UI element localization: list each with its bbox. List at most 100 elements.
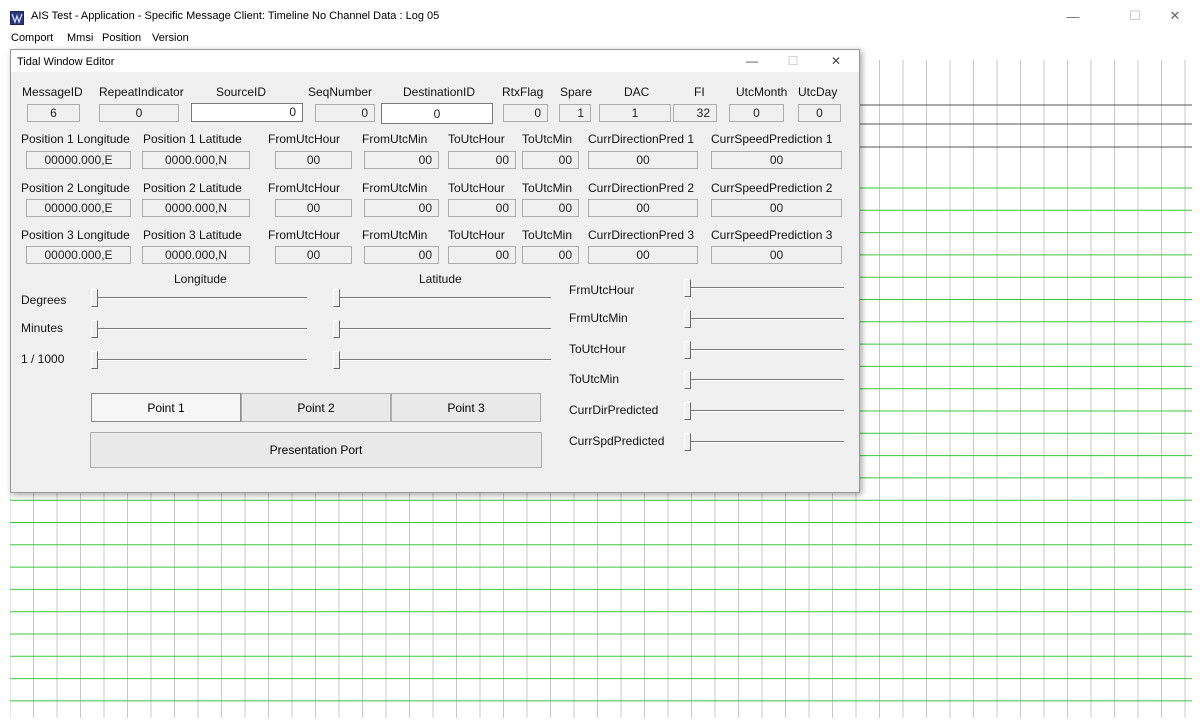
pos1-latitude-field[interactable]: 0000.000,N [142,151,250,169]
latitude-degrees-slider-thumb[interactable] [333,289,340,307]
pos1-from-utc-hour-field[interactable]: 00 [275,151,352,169]
minimize-button[interactable]: — [1050,4,1096,28]
label-utc-day: UtcDay [798,85,838,99]
longitude-minutes-slider-track[interactable] [91,328,307,330]
label-frm-utc-hour: FrmUtcHour [569,283,635,297]
menu-mmsi[interactable]: Mmsi [67,32,93,44]
utc-month-field[interactable]: 0 [729,104,784,122]
pos1-to-utc-min-field[interactable]: 00 [522,151,579,169]
curr-dir-predicted-slider-thumb[interactable] [684,402,691,420]
presentation-port-button[interactable]: Presentation Port [90,432,542,468]
latitude-thousandths-slider-thumb[interactable] [333,351,340,369]
label-to-utc-hour: ToUtcHour [569,342,626,356]
pos1-curr-speed-field[interactable]: 00 [711,151,842,169]
pos3-to-utc-hour-field[interactable]: 00 [448,246,516,264]
point-3-button[interactable]: Point 3 [391,393,541,422]
label-pos1-to-utc-min: ToUtcMin [522,132,573,146]
dialog-close-button[interactable]: ✕ [819,50,853,72]
dac-field[interactable]: 1 [599,104,671,122]
longitude-degrees-slider-track[interactable] [91,297,307,299]
source-id-input[interactable]: 0 [191,103,303,122]
label-pos1-from-utc-hour: FromUtcHour [268,132,341,146]
repeat-indicator-field[interactable]: 0 [99,104,179,122]
frm-utc-hour-slider-thumb[interactable] [684,279,691,297]
close-button[interactable]: ✕ [1152,4,1198,28]
label-source-id: SourceID [216,85,267,99]
label-pos2-to-utc-hour: ToUtcHour [448,181,505,195]
pos1-longitude-field[interactable]: 00000.000,E [26,151,131,169]
label-pos2-curr-speed: CurrSpeedPrediction 2 [711,181,833,195]
pos3-curr-speed-field[interactable]: 00 [711,246,842,264]
message-id-field[interactable]: 6 [27,104,80,122]
label-destination-id: DestinationID [403,85,476,99]
longitude-minutes-slider-thumb[interactable] [91,320,98,338]
spare-field[interactable]: 1 [559,104,591,122]
label-pos1-from-utc-min: FromUtcMin [362,132,428,146]
dialog-maximize-button[interactable]: ☐ [776,50,810,72]
latitude-degrees-slider-track[interactable] [333,297,551,299]
label-dac: DAC [624,85,650,99]
curr-spd-predicted-slider-track[interactable] [684,441,844,443]
pos2-to-utc-hour-field[interactable]: 00 [448,199,516,217]
curr-dir-predicted-slider-track[interactable] [684,410,844,412]
dialog-minimize-button[interactable]: — [735,50,769,72]
label-pos1-to-utc-hour: ToUtcHour [448,132,505,146]
longitude-thousandths-slider-track[interactable] [91,359,307,361]
label-pos3-latitude: Position 3 Latitude [143,228,242,242]
pos2-longitude-field[interactable]: 00000.000,E [26,199,131,217]
to-utc-min-slider-thumb[interactable] [684,371,691,389]
destination-id-input[interactable]: 0 [381,103,493,124]
label-spare: Spare [560,85,593,99]
label-to-utc-min: ToUtcMin [569,372,620,386]
dialog-title: Tidal Window Editor [17,56,115,68]
fi-field[interactable]: 32 [673,104,717,122]
longitude-degrees-slider-thumb[interactable] [91,289,98,307]
menu-version[interactable]: Version [152,32,189,44]
frm-utc-hour-slider-track[interactable] [684,287,844,289]
point-1-button[interactable]: Point 1 [91,393,241,422]
pos3-to-utc-min-field[interactable]: 00 [522,246,579,264]
label-pos3-from-utc-min: FromUtcMin [362,228,428,242]
frm-utc-min-slider-thumb[interactable] [684,310,691,328]
pos1-to-utc-hour-field[interactable]: 00 [448,151,516,169]
label-thousandths: 1 / 1000 [21,352,65,366]
label-degrees: Degrees [21,293,67,307]
pos2-from-utc-hour-field[interactable]: 00 [275,199,352,217]
pos3-from-utc-min-field[interactable]: 00 [364,246,439,264]
pos1-curr-direction-field[interactable]: 00 [588,151,698,169]
frm-utc-min-slider-track[interactable] [684,318,844,320]
pos3-curr-direction-field[interactable]: 00 [588,246,698,264]
pos3-longitude-field[interactable]: 00000.000,E [26,246,131,264]
to-utc-min-slider-track[interactable] [684,379,844,381]
latitude-minutes-slider-thumb[interactable] [333,320,340,338]
label-pos3-to-utc-min: ToUtcMin [522,228,573,242]
dialog-title-bar [11,50,859,72]
menu-position[interactable]: Position [102,32,141,44]
pos3-latitude-field[interactable]: 0000.000,N [142,246,250,264]
to-utc-hour-slider-track[interactable] [684,349,844,351]
pos1-from-utc-min-field[interactable]: 00 [364,151,439,169]
longitude-thousandths-slider-thumb[interactable] [91,351,98,369]
label-pos2-latitude: Position 2 Latitude [143,181,242,195]
label-message-id: MessageID [22,85,83,99]
rtx-flag-field[interactable]: 0 [503,104,548,122]
pos2-from-utc-min-field[interactable]: 00 [364,199,439,217]
pos3-from-utc-hour-field[interactable]: 00 [275,246,352,264]
pos2-to-utc-min-field[interactable]: 00 [522,199,579,217]
latitude-thousandths-slider-track[interactable] [333,359,551,361]
pos2-latitude-field[interactable]: 0000.000,N [142,199,250,217]
point-2-button[interactable]: Point 2 [241,393,391,422]
label-fi: FI [694,85,705,99]
to-utc-hour-slider-thumb[interactable] [684,341,691,359]
utc-day-field[interactable]: 0 [798,104,841,122]
latitude-minutes-slider-track[interactable] [333,328,551,330]
window-title: AIS Test - Application - Specific Messag… [31,10,440,22]
label-pos3-from-utc-hour: FromUtcHour [268,228,341,242]
label-pos1-longitude: Position 1 Longitude [21,132,130,146]
seq-number-field[interactable]: 0 [315,104,375,122]
pos2-curr-direction-field[interactable]: 00 [588,199,698,217]
pos2-curr-speed-field[interactable]: 00 [711,199,842,217]
label-seq-number: SeqNumber [308,85,373,99]
menu-comport[interactable]: Comport [11,32,53,44]
curr-spd-predicted-slider-thumb[interactable] [684,433,691,451]
